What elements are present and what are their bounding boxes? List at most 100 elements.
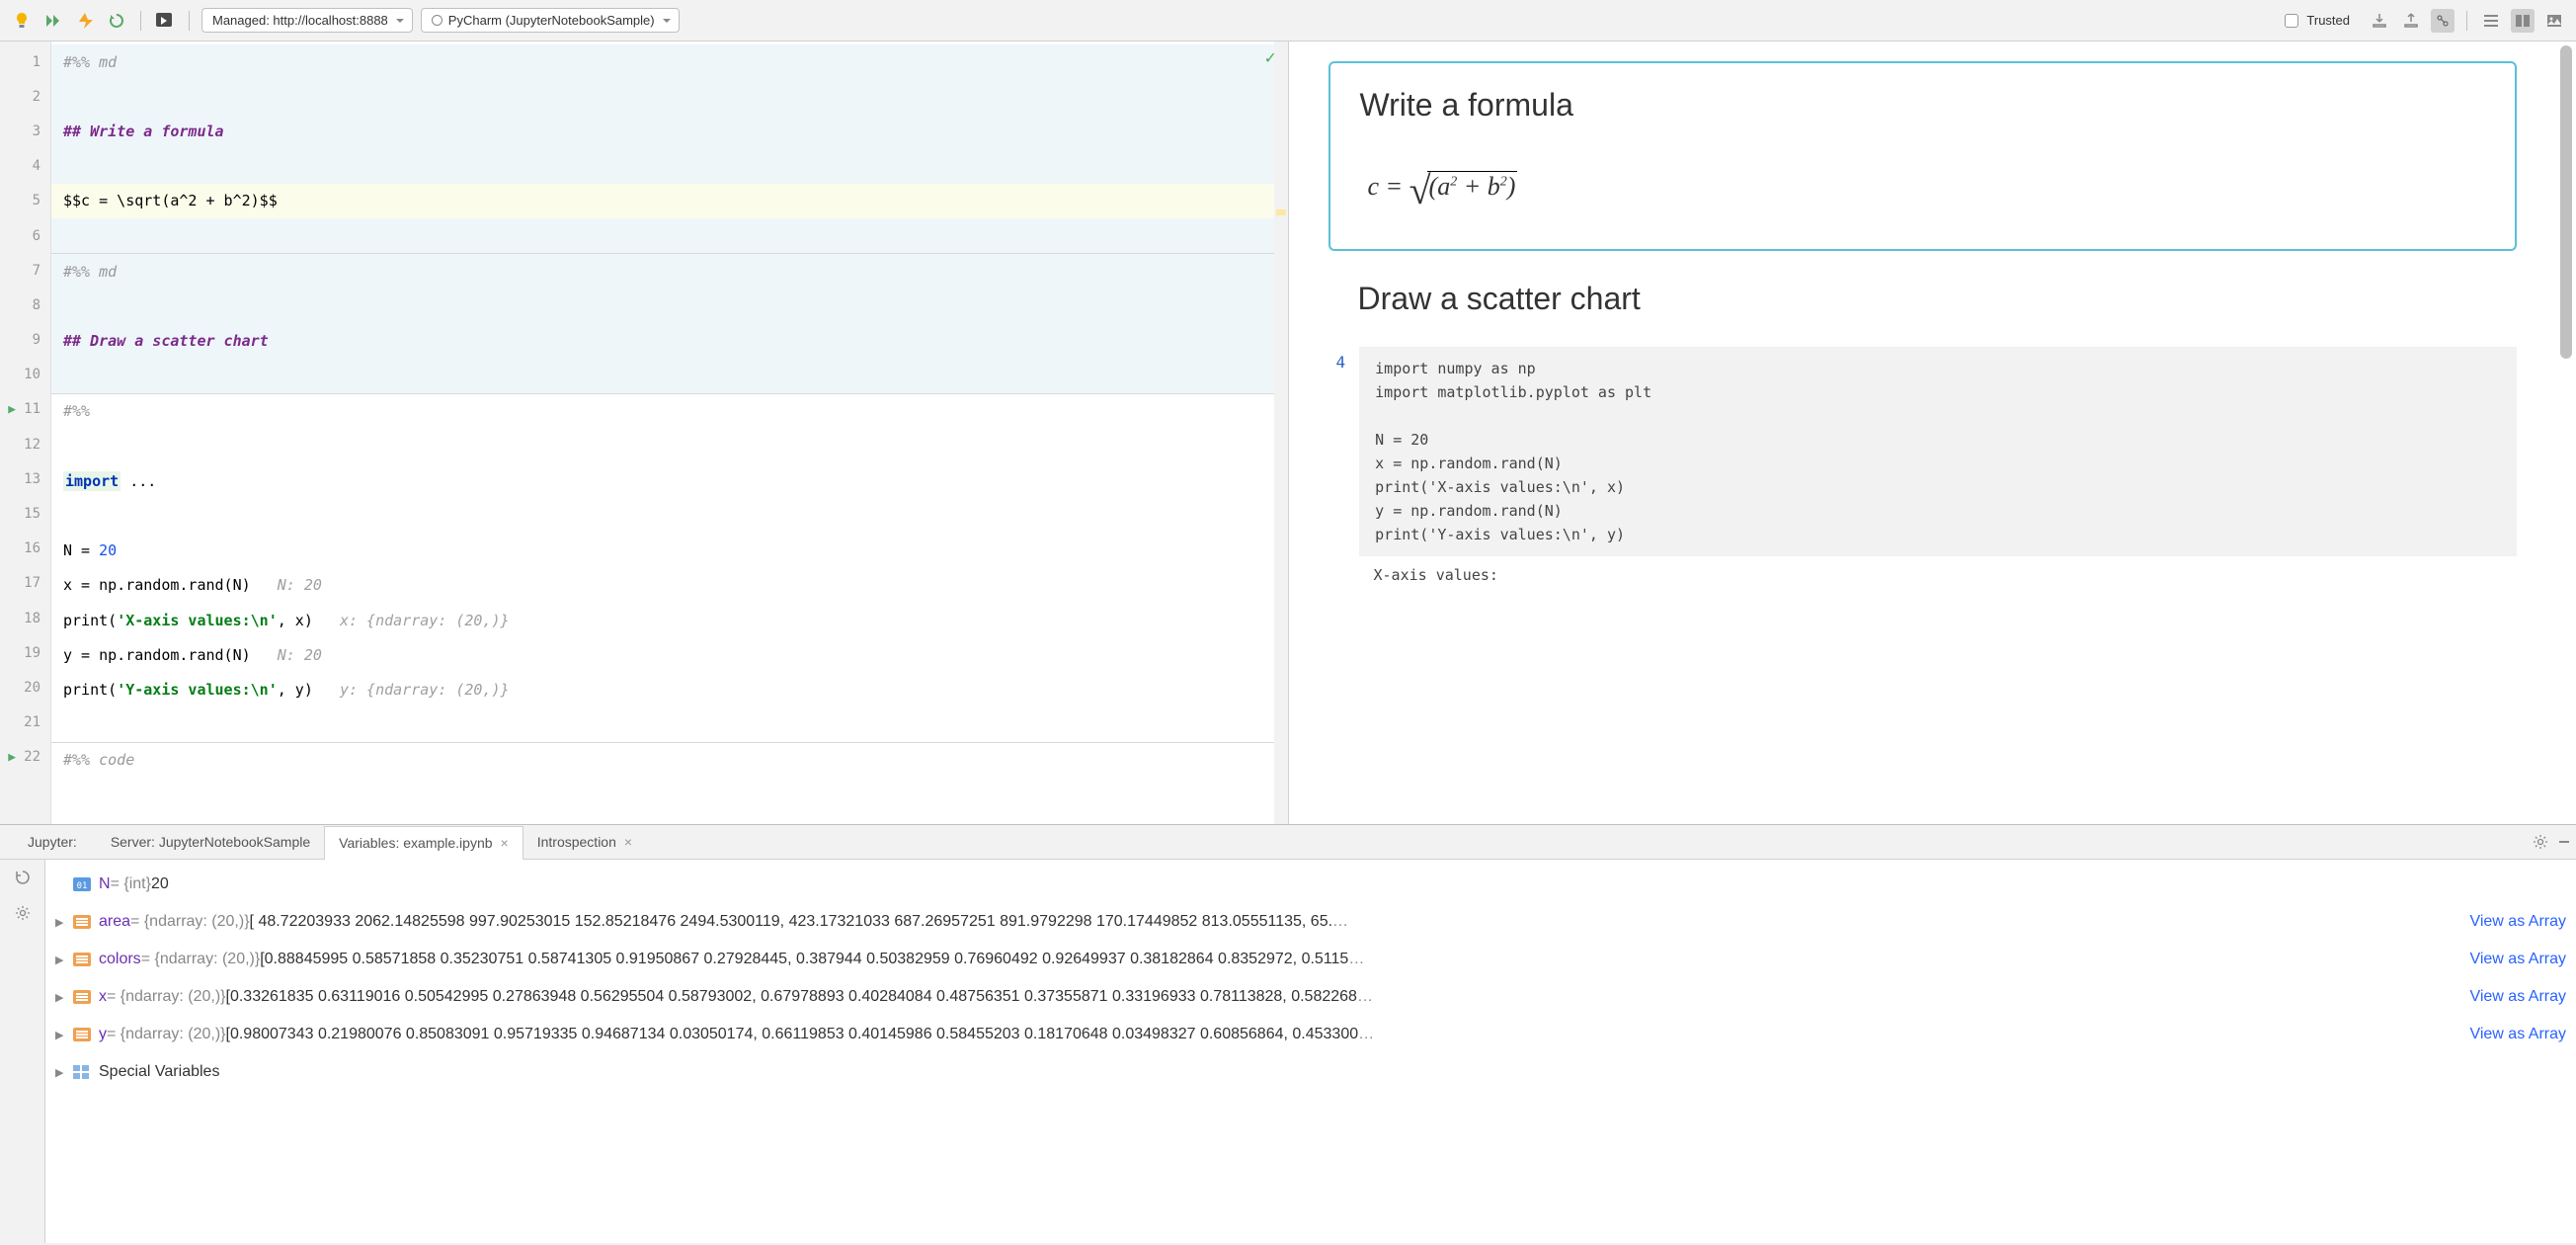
view-as-array-link[interactable]: View as Array: [2465, 951, 2566, 968]
expand-icon[interactable]: ▶: [55, 954, 73, 966]
line-number: 3: [0, 114, 50, 148]
line-number: 15: [0, 496, 50, 531]
inline-hint: N: 20: [278, 576, 322, 594]
line-number: 20: [0, 670, 50, 705]
trusted-label: Trusted: [2306, 13, 2350, 28]
array-icon: [73, 1027, 93, 1042]
tab-introspection[interactable]: Introspection×: [523, 825, 646, 859]
array-icon: [73, 989, 93, 1005]
line-number: 19: [0, 635, 50, 670]
line-number: 21: [0, 706, 50, 740]
toolbar-separator: [189, 11, 190, 31]
special-variables-row[interactable]: ▶ Special Variables: [55, 1053, 2566, 1091]
split-view-icon[interactable]: [2511, 9, 2535, 33]
variables-view: 01 N = {int} 20 ▶ area = {ndarray: (20,)…: [0, 860, 2576, 1243]
execution-count: 4: [1336, 347, 1360, 556]
line-number: 4: [0, 149, 50, 184]
code-cell-preview[interactable]: 4 import numpy as np import matplotlib.p…: [1328, 347, 2518, 556]
scrollbar-marker: [1276, 209, 1286, 215]
run-cell-icon[interactable]: ▶: [0, 402, 24, 417]
svg-text:01: 01: [77, 881, 88, 891]
view-as-array-link[interactable]: View as Array: [2465, 913, 2566, 931]
minimize-icon[interactable]: [2552, 830, 2576, 854]
variable-row[interactable]: ▶ y = {ndarray: (20,)} [0.98007343 0.219…: [55, 1016, 2566, 1053]
line-number: 1: [0, 44, 50, 79]
upload-icon[interactable]: [2399, 9, 2423, 33]
inline-hint: N: 20: [278, 646, 322, 664]
variables-toolbar: [0, 860, 45, 1243]
jupyter-label: Jupyter:: [8, 834, 97, 850]
variable-row[interactable]: ▶ area = {ndarray: (20,)} [ 48.72203933 …: [55, 903, 2566, 941]
tab-variables[interactable]: Variables: example.ipynb×: [324, 826, 523, 860]
toolbar: Managed: http://localhost:8888 PyCharm (…: [0, 0, 2576, 42]
cell-marker: #%% md: [63, 53, 117, 71]
editor-pane: 1 2 3 4 5 6 7 8 9 10 ▶11 12 13 15 16 17 …: [0, 42, 1289, 824]
code-content: import numpy as np import matplotlib.pyp…: [1359, 347, 2517, 556]
expand-icon[interactable]: ▶: [55, 916, 73, 929]
variable-row[interactable]: ▶ x = {ndarray: (20,)} [0.33261835 0.631…: [55, 978, 2566, 1016]
line-number: 16: [0, 532, 50, 566]
line-number: 17: [0, 566, 50, 601]
bulb-icon[interactable]: [10, 9, 34, 33]
variable-row[interactable]: ▶ colors = {ndarray: (20,)} [0.88845995 …: [55, 941, 2566, 978]
kernel-status-icon: [432, 15, 443, 26]
expand-icon[interactable]: ▶: [55, 1066, 73, 1079]
line-number: 12: [0, 427, 50, 461]
expand-icon[interactable]: ▶: [55, 1029, 73, 1041]
interrupt-icon[interactable]: [73, 9, 97, 33]
download-icon[interactable]: [2368, 9, 2391, 33]
preview-active-cell[interactable]: Write a formula c = √(a2 + b2): [1328, 61, 2518, 251]
expand-icon[interactable]: ▶: [55, 991, 73, 1004]
editor-gutter: 1 2 3 4 5 6 7 8 9 10 ▶11 12 13 15 16 17 …: [0, 42, 51, 824]
kernel-dropdown[interactable]: PyCharm (JupyterNotebookSample): [421, 8, 680, 33]
run-all-icon[interactable]: [41, 9, 65, 33]
view-as-array-link[interactable]: View as Array: [2465, 1026, 2566, 1043]
server-dropdown[interactable]: Managed: http://localhost:8888: [201, 8, 413, 33]
import-keyword: import: [63, 471, 121, 491]
inline-hint: y: {ndarray: (20,)}: [340, 681, 510, 699]
preview-heading: Write a formula: [1360, 87, 2486, 124]
close-icon[interactable]: ×: [624, 834, 632, 850]
inline-hint: x: {ndarray: (20,)}: [340, 612, 510, 629]
gear-icon[interactable]: [2529, 830, 2552, 854]
trusted-toggle[interactable]: Trusted: [2285, 13, 2350, 28]
preview-scrollbar[interactable]: [2560, 45, 2572, 359]
array-icon: [73, 914, 93, 930]
lines-view-icon[interactable]: [2479, 9, 2503, 33]
settings-icon[interactable]: [11, 901, 35, 925]
toolbar-separator: [140, 11, 141, 31]
preview-heading: Draw a scatter chart: [1328, 271, 2518, 347]
latex-formula: $$c = \sqrt(a^2 + b^2)$$: [63, 192, 278, 209]
preview-pane: Write a formula c = √(a2 + b2) Draw a sc…: [1289, 42, 2576, 824]
cell-marker: #%% md: [63, 263, 117, 281]
line-number: 8: [0, 288, 50, 322]
variable-row[interactable]: 01 N = {int} 20: [55, 866, 2566, 903]
line-number: 5: [0, 184, 50, 218]
reload-icon[interactable]: [11, 866, 35, 889]
main-split: 1 2 3 4 5 6 7 8 9 10 ▶11 12 13 15 16 17 …: [0, 42, 2576, 824]
debug-cell-icon[interactable]: [153, 9, 177, 33]
line-number: 2: [0, 79, 50, 114]
array-icon: [73, 952, 93, 967]
markdown-heading: ## Write a formula: [63, 123, 224, 140]
trusted-checkbox[interactable]: [2285, 14, 2298, 28]
editor-scrollbar[interactable]: [1274, 42, 1288, 824]
sync-scroll-icon[interactable]: [2431, 9, 2455, 33]
close-icon[interactable]: ×: [501, 835, 509, 851]
toolbar-separator: [2466, 11, 2467, 31]
line-number: ▶11: [0, 392, 50, 427]
line-number: 13: [0, 461, 50, 496]
markdown-heading: ## Draw a scatter chart: [63, 332, 269, 350]
int-icon: 01: [73, 876, 93, 892]
view-as-array-link[interactable]: View as Array: [2465, 988, 2566, 1006]
tab-server[interactable]: Server: JupyterNotebookSample: [97, 825, 324, 859]
line-number: 6: [0, 218, 50, 253]
editor-body[interactable]: ✓ #%% md ## Write a formula $$c = \sqrt(…: [51, 42, 1288, 824]
server-dropdown-label: Managed: http://localhost:8888: [212, 13, 388, 28]
image-view-icon[interactable]: [2542, 9, 2566, 33]
line-number: 9: [0, 323, 50, 358]
run-cell-icon[interactable]: ▶: [0, 750, 24, 765]
restart-icon[interactable]: [105, 9, 128, 33]
variables-list: 01 N = {int} 20 ▶ area = {ndarray: (20,)…: [45, 860, 2576, 1243]
line-number: 7: [0, 253, 50, 288]
